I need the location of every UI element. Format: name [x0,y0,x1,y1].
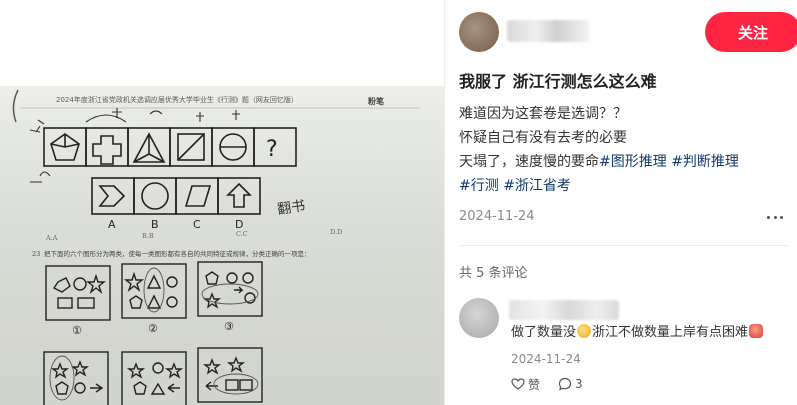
emoji-icon [577,324,592,338]
comment-text-part-2: 浙江不做数量上岸有点困难 [592,325,749,340]
commenter-name-redacted[interactable] [509,300,619,320]
question-text: 把下面的六个图形分为两类，使每一类图形都有各自的共同特征或规律，分类正确的一项是… [44,249,311,258]
answer-a: A.A [45,234,58,242]
reply-count: 3 [575,377,583,391]
post-title: 我服了 浙江行测怎么这么难 [459,72,657,91]
reply-button[interactable]: 3 [558,377,583,391]
answer-b: B.B [142,232,154,240]
more-icon[interactable] [763,207,787,227]
section-divider [459,245,789,246]
exam-photo[interactable]: 2024年度浙江省党政机关选调应届优秀大学毕业生《行测》题（网友回忆版） 粉笔 [0,86,444,405]
photo-header: 2024年度浙江省党政机关选调应届优秀大学毕业生《行测》题（网友回忆版） [56,95,298,104]
post-panel: 关注 我服了 浙江行测怎么这么难 难道因为这套卷是选调？？ 怀疑自己有没有去考的… [445,0,797,405]
option-b: B [151,218,159,231]
post-body-line-2: 怀疑自己有没有去考的必要 [459,130,627,146]
post-date: 2024-11-24 [459,209,535,224]
media-area[interactable]: 2024年度浙江省党政机关选调应届优秀大学毕业生《行测》题（网友回忆版） 粉笔 [0,0,444,405]
comment-count: 共 5 条评论 [459,266,528,281]
like-icon [511,378,525,390]
author-name-redacted[interactable] [507,20,589,42]
post-body-line-3-text: 天塌了，速度慢的要命 [459,154,599,170]
option-a: A [108,218,116,231]
post-body-line-4: #行测 #浙江省考 [459,174,789,198]
post-body-line-3: 天塌了，速度慢的要命#图形推理 #判断推理 [459,150,789,174]
group-label-1: ① [72,324,82,337]
comment-date: 2024-11-24 [511,352,581,366]
group-label-3: ③ [224,320,234,333]
comment-item: 做了数量没 浙江不做数量上岸有点困难 2024-11-24 赞 3 [459,296,789,401]
comment-text: 做了数量没 浙江不做数量上岸有点困难 [511,323,791,343]
question-number: 23 [32,250,40,258]
question-mark: ? [266,137,278,162]
comment-icon [558,377,572,391]
commenter-avatar[interactable] [459,298,499,338]
comment-actions: 赞 3 [511,374,601,394]
photo-brand: 粉笔 [368,96,384,106]
hashtag-xingce[interactable]: #行测 [459,178,499,194]
answer-c: C.C [236,230,248,238]
group-label-2: ② [148,322,158,335]
comment-text-part-1: 做了数量没 [511,325,577,340]
author-avatar[interactable] [459,12,499,52]
like-label: 赞 [528,377,541,392]
note-detail: 2024年度浙江省党政机关选调应届优秀大学毕业生《行测》题（网友回忆版） 粉笔 [0,0,797,405]
exam-sheet-illustration: 2024年度浙江省党政机关选调应届优秀大学毕业生《行测》题（网友回忆版） 粉笔 [0,86,444,405]
option-c: C [193,218,201,231]
hashtag-zhejiang-exam[interactable]: #浙江省考 [503,178,571,194]
hashtag-judgment-reasoning[interactable]: #判断推理 [671,154,739,170]
like-button[interactable]: 赞 [511,376,540,393]
hashtag-figure-reasoning[interactable]: #图形推理 [599,154,667,170]
answer-d: D.D [330,228,342,236]
post-body: 难道因为这套卷是选调？？ 怀疑自己有没有去考的必要 天塌了，速度慢的要命#图形推… [459,102,789,198]
follow-button[interactable]: 关注 [705,12,797,52]
post-body-line-1: 难道因为这套卷是选调？？ [459,106,627,122]
emoji-icon [749,324,764,338]
author-row: 关注 [459,10,797,54]
